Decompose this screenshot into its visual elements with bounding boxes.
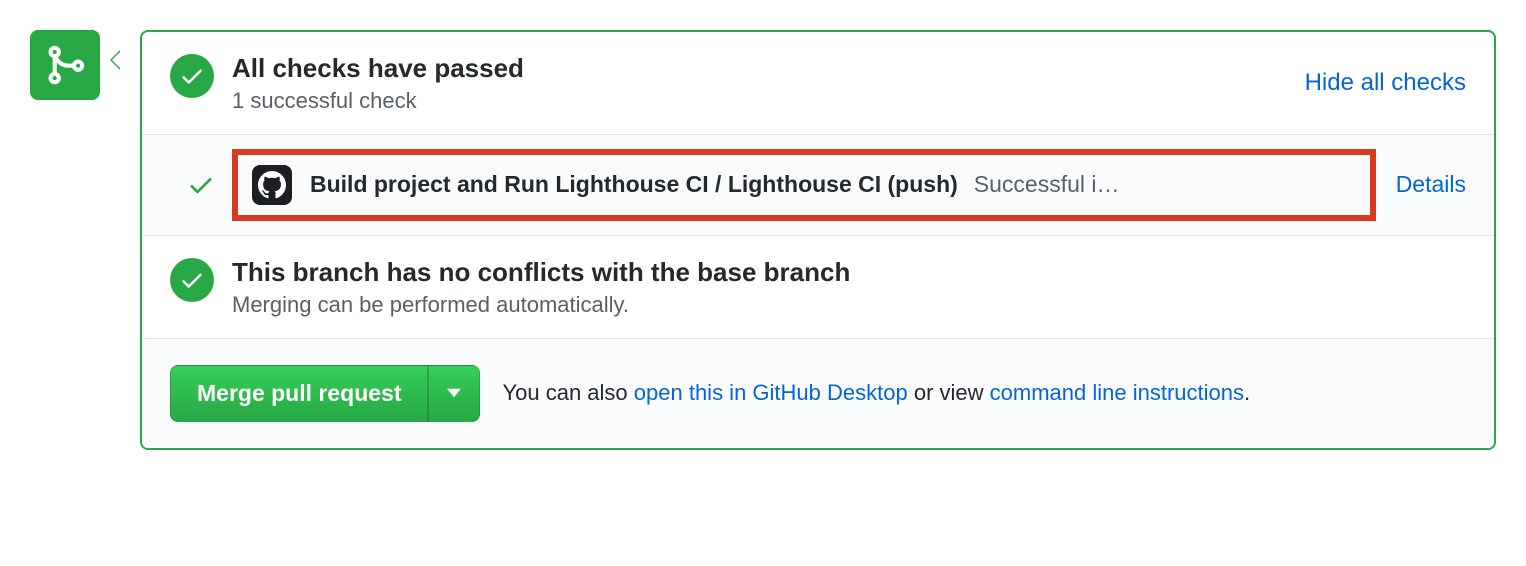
conflicts-title: This branch has no conflicts with the ba… (232, 256, 1466, 290)
merge-text-middle: or view (908, 380, 990, 405)
github-icon (258, 171, 286, 199)
merge-pull-request-button[interactable]: Merge pull request (170, 365, 428, 422)
hide-checks-link[interactable]: Hide all checks (1305, 69, 1466, 97)
check-icon (179, 63, 205, 89)
caret-down-icon (447, 388, 461, 398)
merge-help-text: You can also open this in GitHub Desktop… (502, 380, 1250, 406)
check-name[interactable]: Build project and Run Lighthouse CI / Li… (310, 171, 958, 198)
checks-title: All checks have passed (232, 52, 1285, 86)
github-actions-avatar (252, 165, 292, 205)
success-status-icon (170, 54, 214, 98)
merge-timeline-badge (30, 30, 100, 100)
open-github-desktop-link[interactable]: open this in GitHub Desktop (634, 380, 908, 405)
conflicts-subtitle: Merging can be performed automatically. (232, 292, 1466, 318)
success-status-icon (170, 258, 214, 302)
command-line-instructions-link[interactable]: command line instructions (990, 380, 1244, 405)
checks-subtitle: 1 successful check (232, 88, 1285, 114)
merge-dropdown-button[interactable] (428, 365, 480, 422)
merge-footer: Merge pull request You can also open thi… (142, 339, 1494, 448)
checks-summary-section: All checks have passed 1 successful chec… (142, 32, 1494, 135)
merge-status-panel: All checks have passed 1 successful chec… (140, 30, 1496, 450)
check-icon (187, 171, 215, 199)
check-highlight-box: Build project and Run Lighthouse CI / Li… (232, 149, 1376, 221)
check-details-link[interactable]: Details (1396, 171, 1466, 198)
conflicts-section: This branch has no conflicts with the ba… (142, 236, 1494, 339)
check-status-text: Successful i… (974, 171, 1120, 198)
check-item-row: Build project and Run Lighthouse CI / Li… (142, 135, 1494, 236)
merge-button-group: Merge pull request (170, 365, 480, 422)
merge-text-prefix: You can also (502, 380, 633, 405)
merge-text-suffix: . (1244, 380, 1250, 405)
git-merge-icon (43, 43, 87, 87)
check-icon (179, 267, 205, 293)
